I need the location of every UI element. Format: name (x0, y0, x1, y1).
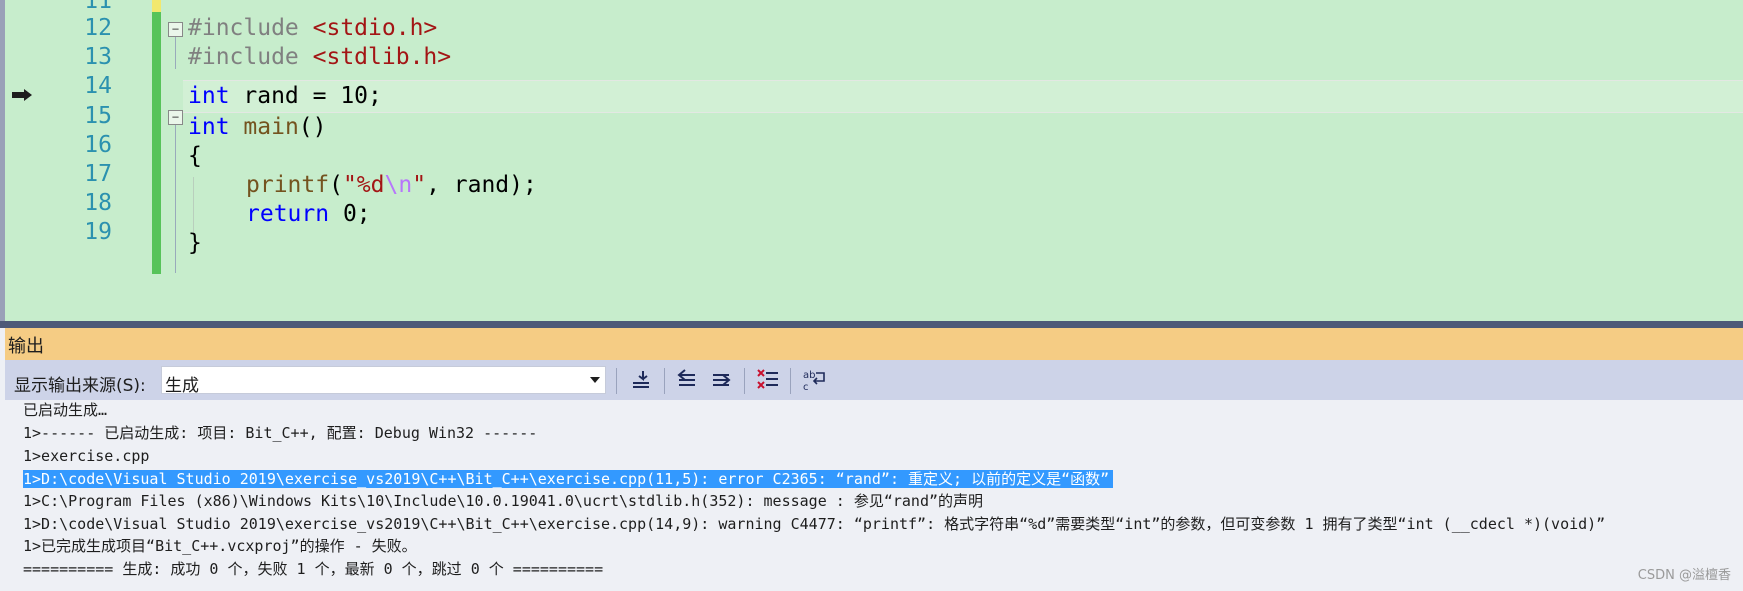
function-name: main (243, 114, 299, 140)
change-bar-unsaved (152, 0, 161, 12)
output-line: 1>已完成生成项目“Bit_C++.vcxproj”的操作 - 失败。 (23, 537, 417, 555)
preprocessor-keyword: #include (188, 44, 299, 70)
line-number: 19 (84, 219, 112, 245)
output-line: 1>D:\code\Visual Studio 2019\exercise_vs… (23, 515, 1606, 533)
toolbar-separator (790, 368, 791, 394)
change-bar-saved (152, 12, 161, 274)
include-path: <stdlib.h> (312, 44, 452, 70)
toolbar-separator (616, 368, 617, 394)
chevron-down-icon[interactable] (590, 377, 600, 383)
output-line: 1>------ 已启动生成: 项目: Bit_C++, 配置: Debug W… (23, 424, 538, 442)
code-text: { (188, 143, 202, 169)
output-line: ========== 生成: 成功 0 个，失败 1 个，最新 0 个，跳过 0… (23, 560, 604, 578)
code-text: , rand); (426, 172, 537, 198)
escape-sequence: \n (384, 172, 413, 198)
code-text: 0; (329, 201, 371, 227)
svg-text:c: c (803, 382, 809, 393)
code-text: () (298, 114, 327, 140)
keyword: return (246, 201, 330, 227)
next-message-icon[interactable] (709, 367, 735, 393)
code-line-16[interactable]: { (188, 140, 202, 173)
code-line-18[interactable]: return 0; (246, 198, 371, 231)
preprocessor-keyword: #include (188, 15, 299, 41)
toolbar-separator (664, 368, 665, 394)
word-wrap-icon[interactable]: ab c (802, 367, 828, 393)
watermark: CSDN @溢檀香 (1637, 568, 1731, 583)
string-literal: "%d (342, 172, 385, 198)
selected-error-line[interactable]: 1>D:\code\Visual Studio 2019\exercise_vs… (23, 470, 1114, 488)
code-line-15[interactable]: int main() (188, 111, 327, 144)
fold-toggle-icon[interactable]: − (168, 22, 183, 37)
output-source-value: 生成 (165, 376, 199, 396)
code-line-13[interactable]: #include <stdlib.h> (188, 41, 451, 74)
code-line-14[interactable]: int rand = 10; (188, 80, 382, 113)
include-path: <stdio.h> (312, 15, 438, 41)
output-line-selected[interactable]: 1>D:\code\Visual Studio 2019\exercise_vs… (23, 468, 1114, 490)
editor-left-rail (0, 0, 5, 321)
output-line: 1>exercise.cpp (23, 447, 150, 465)
code-text: ( (329, 172, 343, 198)
clear-all-icon[interactable] (756, 367, 782, 393)
goto-line-icon[interactable] (629, 367, 655, 393)
svg-text:ab: ab (803, 370, 815, 381)
keyword: int (188, 83, 230, 109)
string-literal: " (412, 172, 427, 198)
keyword: int (188, 114, 230, 140)
output-panel-title: 输出 (8, 336, 44, 357)
editor-splitter[interactable] (0, 321, 1743, 328)
output-line: 已启动生成… (23, 401, 108, 419)
output-panel-header[interactable] (5, 328, 1743, 360)
output-source-dropdown[interactable] (161, 366, 606, 394)
function-name: printf (246, 172, 330, 198)
code-text: rand = 10; (229, 83, 382, 109)
toolbar-separator (744, 368, 745, 394)
output-line: 1>C:\Program Files (x86)\Windows Kits\10… (23, 492, 984, 510)
code-line-19[interactable]: } (188, 227, 202, 260)
current-line-highlight (183, 80, 1743, 113)
fold-guide (175, 125, 176, 273)
output-source-label: 显示输出来源(S): (14, 376, 146, 396)
current-statement-arrow-icon (12, 89, 32, 101)
line-number: 14 (84, 73, 112, 99)
fold-toggle-icon[interactable]: − (168, 110, 183, 125)
previous-message-icon[interactable] (675, 367, 701, 393)
fold-guide (175, 37, 176, 69)
code-text: } (188, 230, 202, 256)
